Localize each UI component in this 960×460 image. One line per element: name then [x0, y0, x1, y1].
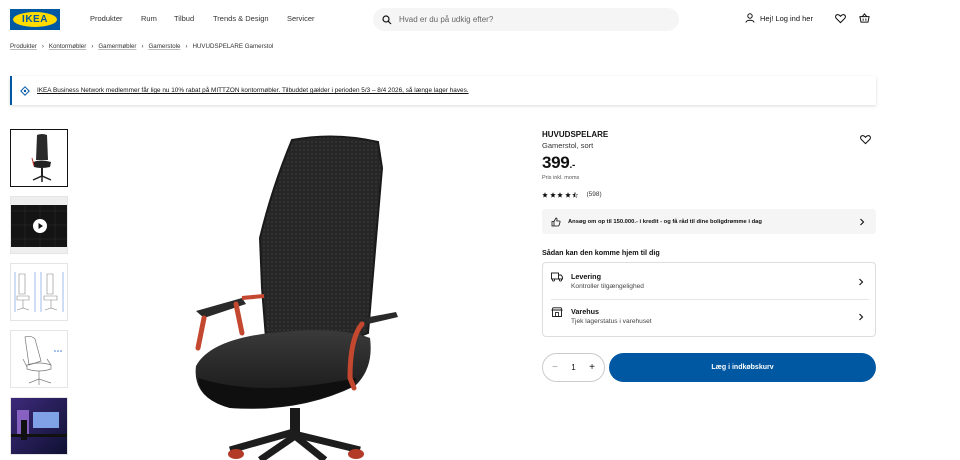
breadcrumb: Produkter › Kontormøbler › Gamermøbler ›…	[10, 43, 273, 50]
chevron-right-icon	[859, 313, 864, 321]
chevron-right-icon	[859, 278, 864, 286]
user-icon	[745, 13, 755, 23]
delivery-options: Levering Kontroller tilgængelighed Vareh…	[542, 262, 876, 337]
add-to-cart-button[interactable]: Læg i indkøbskurv	[609, 353, 876, 382]
site-header: IKEA Produkter Rum Tilbud Trends & Desig…	[0, 0, 960, 40]
thumbnail-video[interactable]	[10, 196, 68, 254]
ikea-logo[interactable]: IKEA	[10, 9, 60, 30]
quantity-value[interactable]: 1	[571, 363, 575, 372]
price-value: 399	[542, 153, 570, 172]
nav-item-tilbud[interactable]: Tilbud	[174, 14, 194, 23]
chevron-right-icon: ›	[91, 43, 94, 50]
increase-quantity-button[interactable]: +	[589, 362, 595, 373]
nav-item-trends-design[interactable]: Trends & Design	[213, 14, 269, 23]
delivery-option-subtitle: Tjek lagerstatus i varehuset	[571, 318, 652, 325]
search-icon	[382, 14, 392, 24]
thumbnail-room-scene[interactable]	[10, 397, 68, 455]
shopping-basket-icon[interactable]	[859, 13, 870, 24]
dimensions-thumbnail-image	[14, 272, 64, 312]
quantity-stepper: − 1 +	[542, 353, 605, 382]
delivery-option-title: Varehus	[571, 307, 599, 316]
breadcrumb-current: HUVUDSPELARE Gamerstol	[192, 43, 274, 50]
price-suffix: .-	[569, 160, 575, 171]
promo-banner: IKEA Business Network medlemmer får lige…	[10, 76, 876, 105]
star-filled-icon	[549, 191, 556, 198]
product-name: HUVUDSPELARE	[542, 130, 609, 139]
delivery-option-subtitle: Kontroller tilgængelighed	[571, 283, 644, 290]
product-main-image[interactable]	[150, 128, 450, 460]
product-rating[interactable]: (598)	[542, 191, 602, 198]
chevron-right-icon	[860, 218, 865, 226]
nav-item-servicer[interactable]: Servicer	[287, 14, 315, 23]
login-label: Hej! Log ind her	[760, 13, 813, 23]
logo-text: IKEA	[13, 12, 57, 27]
thumbnail-line-drawing[interactable]	[10, 330, 68, 388]
chevron-right-icon: ›	[185, 43, 188, 50]
star-filled-icon	[557, 191, 563, 198]
delivery-option-levering[interactable]: Levering Kontroller tilgængelighed	[543, 263, 875, 299]
product-price: 399.-	[542, 153, 575, 173]
thumbnail-product[interactable]	[10, 129, 68, 187]
breadcrumb-item[interactable]: Produkter	[10, 43, 37, 50]
nav-item-rum[interactable]: Rum	[141, 14, 157, 23]
search-input[interactable]	[399, 15, 649, 24]
breadcrumb-item[interactable]: Kontormøbler	[49, 43, 86, 50]
line-drawing-thumbnail-image	[22, 335, 62, 385]
delivery-option-title: Levering	[571, 272, 601, 281]
heart-icon[interactable]	[835, 13, 846, 24]
credit-offer-text: Ansøg om op til 150.000.- i kredit - og …	[568, 218, 762, 225]
breadcrumb-item[interactable]: Gamerstole	[148, 43, 180, 50]
store-icon	[551, 307, 563, 317]
play-icon[interactable]	[33, 219, 47, 233]
rating-count: (598)	[586, 191, 602, 198]
room-scene-thumbnail-image	[11, 398, 67, 454]
truck-icon	[551, 272, 563, 282]
delivery-heading: Sådan kan den komme hjem til dig	[542, 248, 660, 257]
nav-item-produkter[interactable]: Produkter	[90, 14, 123, 23]
star-half-icon	[572, 191, 578, 198]
chevron-right-icon: ›	[141, 43, 144, 50]
credit-offer[interactable]: Ansøg om op til 150.000.- i kredit - og …	[542, 209, 876, 234]
thumbs-up-icon	[551, 217, 561, 226]
delivery-option-varehus[interactable]: Varehus Tjek lagerstatus i varehuset	[543, 300, 875, 336]
login-link[interactable]: Hej! Log ind her	[745, 13, 813, 23]
chair-thumbnail-image	[31, 134, 52, 182]
star-filled-icon	[564, 191, 571, 198]
favorite-heart-icon[interactable]	[860, 134, 871, 145]
price-note: Pris inkl. moms	[542, 175, 580, 181]
tag-icon	[20, 85, 30, 96]
breadcrumb-item[interactable]: Gamermøbler	[98, 43, 136, 50]
decrease-quantity-button[interactable]: −	[552, 362, 558, 373]
chevron-right-icon: ›	[41, 43, 44, 50]
product-description: Gamerstol, sort	[542, 141, 594, 150]
search-bar[interactable]	[373, 8, 679, 31]
promo-banner-link[interactable]: IKEA Business Network medlemmer får lige…	[37, 87, 469, 94]
star-filled-icon	[542, 191, 548, 198]
thumbnail-dimensions[interactable]	[10, 263, 68, 321]
